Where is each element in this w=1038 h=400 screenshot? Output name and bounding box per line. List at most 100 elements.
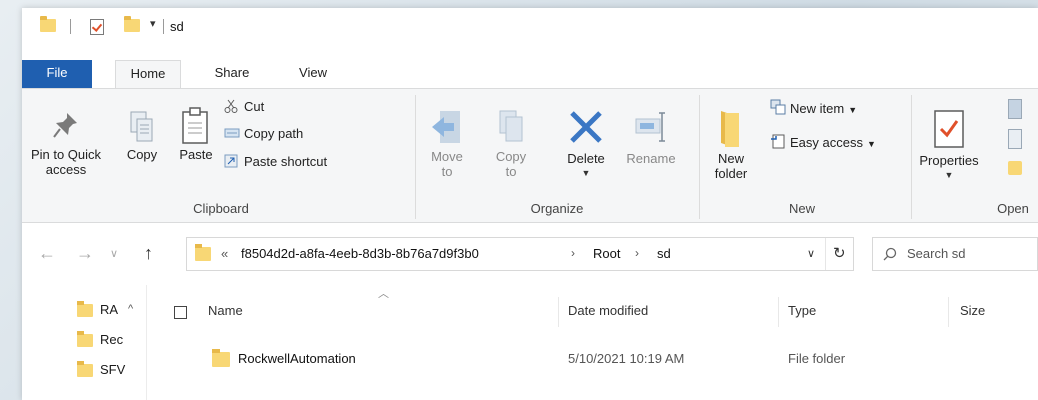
file-date-modified: 5/10/2021 10:19 AM [568,351,685,366]
toolbar-separator [70,19,71,34]
paste-shortcut-icon [224,154,238,168]
copy-label: Copy [126,147,158,162]
folder-icon [40,16,56,32]
new-folder-quick-icon[interactable] [124,16,140,32]
properties-button[interactable]: Properties ▼ [914,109,984,183]
breadcrumb-item[interactable]: f8504d2d-a8fa-4eeb-8d3b-8b76a7d9f3b0 [241,246,479,261]
open-group-label: Open [997,201,1029,216]
nav-item[interactable]: SFV [100,360,125,380]
address-bar[interactable]: « f8504d2d-a8fa-4eeb-8d3b-8b76a7d9f3b0 ›… [186,237,854,271]
rename-label: Rename [626,151,676,166]
new-folder-button[interactable]: New folder [706,109,756,181]
address-row: ← → ∨ ↑ « f8504d2d-a8fa-4eeb-8d3b-8b76a7… [22,223,1038,285]
breadcrumb-item[interactable]: Root [593,246,620,261]
column-header-name[interactable]: Name [208,303,243,318]
refresh-icon[interactable]: ↻ [833,244,846,262]
delete-x-icon [570,111,602,143]
address-divider [825,238,826,270]
folder-icon [77,301,93,317]
search-placeholder: Search sd [907,246,966,261]
easy-access-dropdown-arrow: ▼ [866,139,876,149]
paste-label: Paste [179,147,213,162]
properties-check-icon [934,110,964,148]
new-item-label: New item [790,101,845,116]
address-dropdown-icon[interactable]: ∨ [807,247,815,260]
content-area: RA Rec SFV ^ ︿ Name Date modified Type S… [22,285,1038,400]
window-title: sd [170,19,184,34]
nav-item[interactable]: Rec [100,330,123,350]
clipboard-group-label: Clipboard [193,201,249,216]
copy-to-label: Copy to [495,149,527,179]
title-bar: ▾ sd [22,8,1038,54]
up-arrow-icon[interactable]: ↑ [144,243,153,264]
edit-icon[interactable] [1008,129,1022,149]
properties-dropdown-arrow: ▼ [944,170,954,180]
rename-button[interactable]: Rename [618,109,684,166]
breadcrumb-item[interactable]: sd [657,246,671,261]
copy-path-icon [224,126,240,140]
new-item-icon [770,99,786,115]
new-item-button[interactable]: New item ▼ [770,99,857,117]
delete-label: Delete [567,151,605,166]
tab-share[interactable]: Share [202,60,262,88]
cut-button[interactable]: Cut [224,98,264,116]
search-icon [883,247,897,261]
column-divider[interactable] [558,297,559,327]
scissors-icon [224,99,238,113]
tab-view[interactable]: View [288,60,338,88]
column-divider[interactable] [948,297,949,327]
paste-shortcut-button[interactable]: Paste shortcut [224,153,327,171]
recent-locations-chevron-icon[interactable]: ∨ [110,247,118,260]
customize-toolbar-dropdown[interactable]: ▾ [150,17,156,30]
move-to-icon [432,111,460,143]
back-arrow-icon[interactable]: ← [38,243,56,264]
delete-dropdown-arrow: ▼ [581,168,591,178]
forward-arrow-icon[interactable]: → [76,243,94,264]
organize-group-label: Organize [530,201,584,216]
file-type: File folder [788,351,846,366]
copy-to-button[interactable]: Copy to [486,109,536,179]
pin-to-quick-access-button[interactable]: Pin to Quick access [22,111,110,177]
pin-label: Pin to Quick access [30,147,102,177]
open-icon[interactable] [1008,99,1022,119]
copy-path-button[interactable]: Copy path [224,125,303,143]
copy-button[interactable]: Copy [118,111,166,162]
ribbon-tabs: File Home Share View [22,60,1038,88]
column-header-size[interactable]: Size [960,303,985,318]
cut-label: Cut [244,99,265,114]
paste-icon [182,107,208,144]
nav-item[interactable]: RA [100,300,118,320]
easy-access-button[interactable]: Easy access ▼ [770,133,876,151]
folder-icon [212,349,230,367]
select-all-checkbox[interactable] [174,306,187,319]
file-explorer-window: ▾ sd File Home Share View Pin to Quick a… [22,8,1038,400]
column-header-type[interactable]: Type [788,303,816,318]
group-separator [415,95,416,219]
scroll-up-arrow-icon[interactable]: ^ [128,303,133,315]
paste-shortcut-label: Paste shortcut [244,154,328,169]
folder-icon [195,244,211,261]
breadcrumb-chevron-icon[interactable]: › [571,246,575,260]
history-icon[interactable] [1008,161,1022,175]
easy-access-label: Easy access [790,135,863,150]
breadcrumb-overflow[interactable]: « [221,246,228,261]
group-separator [699,95,700,219]
column-header-date-modified[interactable]: Date modified [568,303,648,318]
search-input[interactable]: Search sd [872,237,1038,271]
properties-label: Properties [919,153,979,168]
sort-ascending-icon: ︿ [378,288,389,300]
easy-access-icon [770,133,785,149]
tab-home[interactable]: Home [115,60,181,88]
column-divider[interactable] [778,297,779,327]
rename-icon [635,112,665,142]
move-to-label: Move to [431,149,463,179]
toolbar-separator [163,19,164,34]
file-name[interactable]: RockwellAutomation [238,351,356,366]
move-to-button[interactable]: Move to [422,109,472,179]
tab-file[interactable]: File [22,60,92,88]
navigation-pane: RA Rec SFV ^ [22,285,147,400]
breadcrumb-chevron-icon[interactable]: › [635,246,639,260]
properties-quick-icon[interactable] [90,19,104,35]
paste-button[interactable]: Paste [172,107,220,162]
delete-button[interactable]: Delete ▼ [558,109,614,181]
